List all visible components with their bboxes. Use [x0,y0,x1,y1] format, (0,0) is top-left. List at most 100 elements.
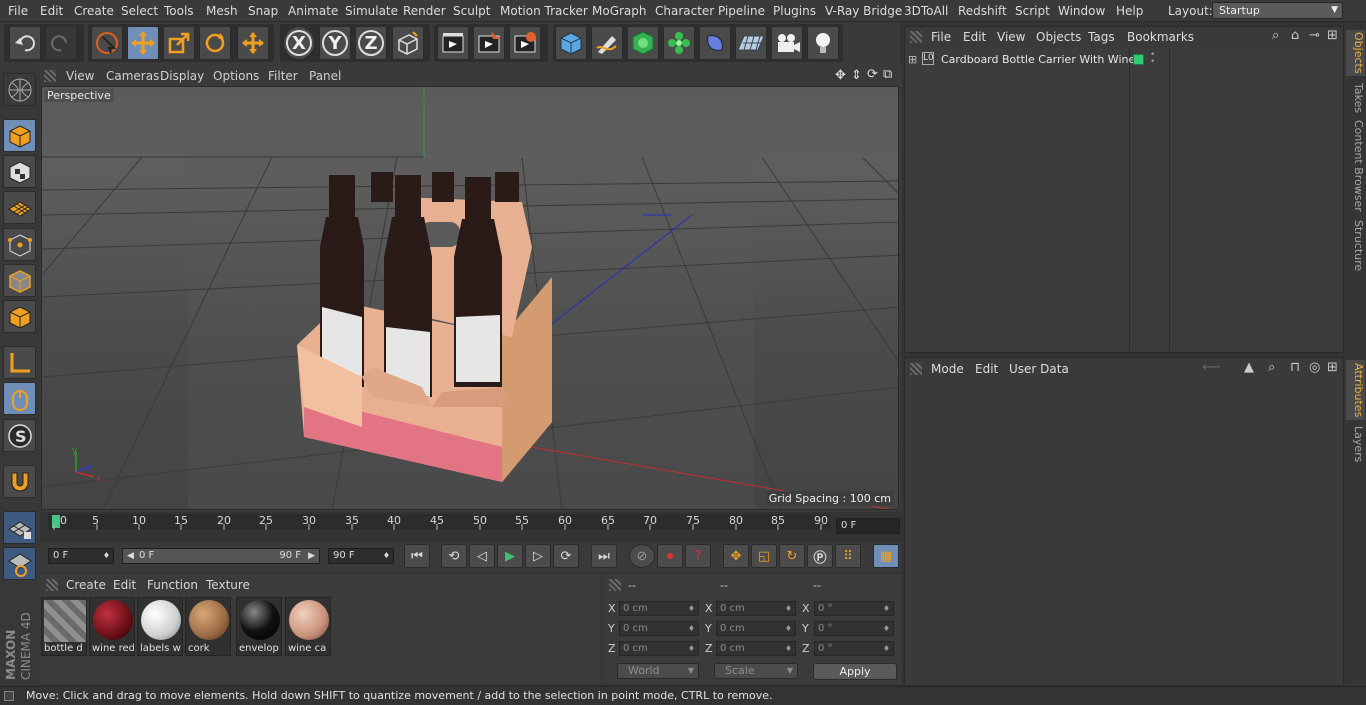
next-frame-button[interactable]: ▷ [525,544,551,568]
menu-3dtoall[interactable]: 3DToAll [904,4,948,18]
floor-button[interactable] [735,26,767,60]
render-settings-button[interactable] [509,26,541,60]
material-menu-edit[interactable]: Edit [113,578,136,592]
timeline-window-button[interactable]: ▦ [873,544,899,568]
workplane-mode-button[interactable] [3,191,36,224]
home-icon[interactable]: ⌂ [1291,28,1299,43]
frame-range-slider[interactable]: ◀ 0 F 90 F ▶ [122,548,320,564]
object-menu-bookmarks[interactable]: Bookmarks [1127,30,1194,44]
axis-mode-button[interactable] [3,346,36,379]
tab-takes[interactable]: Takes [1346,80,1365,116]
render-picture-viewer-button[interactable] [473,26,505,60]
material-menu-texture[interactable]: Texture [206,578,250,592]
planar-workplane-button[interactable] [3,547,36,580]
menu-tools[interactable]: Tools [164,4,194,18]
position-z-field[interactable]: 0 cm ♦ [619,641,699,656]
start-frame-field[interactable]: 0 F ♦ [48,548,114,564]
current-frame-field[interactable]: 0 F [836,518,900,534]
end-frame-field[interactable]: 90 F ♦ [328,548,394,564]
menu-create[interactable]: Create [74,4,114,18]
viewport-menu-cameras[interactable]: Cameras [106,69,159,83]
rotation-b-field[interactable]: 0 ° ♦ [814,641,894,656]
material-menu-function[interactable]: Function [147,578,198,592]
world-coordinates-button[interactable] [392,26,424,60]
attribute-menu-user-data[interactable]: User Data [1009,362,1069,376]
cursor-icon[interactable]: ▲ [1244,360,1254,375]
subdivision-button[interactable] [627,26,659,60]
material-swatch[interactable]: labels w [137,597,183,656]
link-icon[interactable]: ⊸ [1309,28,1320,43]
menu-pipeline[interactable]: Pipeline [718,4,765,18]
texture-mode-button[interactable] [3,155,36,188]
object-menu-edit[interactable]: Edit [963,30,986,44]
expand-icon[interactable]: ⊞ [908,53,917,66]
object-menu-objects[interactable]: Objects [1036,30,1081,44]
move-button[interactable] [127,26,159,60]
menu-mograph[interactable]: MoGraph [592,4,647,18]
key-scale-button[interactable]: ◱ [751,544,777,568]
record-active-objects-button[interactable]: ⏺ [657,544,683,568]
menu-select[interactable]: Select [121,4,158,18]
points-mode-button[interactable] [3,228,36,261]
polygons-mode-button[interactable] [3,300,36,333]
size-mode-dropdown[interactable]: Scale ▼ [714,663,798,679]
previous-frame-button[interactable]: ◁ [469,544,495,568]
light-button[interactable] [807,26,839,60]
menu-file[interactable]: File [8,4,28,18]
material-swatch[interactable]: bottle d [41,597,87,656]
material-swatch[interactable]: cork [185,597,231,656]
deformer-button[interactable] [699,26,731,60]
previous-key-button[interactable]: ⟲ [441,544,467,568]
viewport-menu-display[interactable]: Display [160,69,204,83]
go-to-start-button[interactable]: ⏮ [404,544,430,568]
viewport-rotate-icon[interactable]: ⟳ [867,67,878,82]
object-menu-view[interactable]: View [997,30,1025,44]
rotate-button[interactable] [199,26,231,60]
coordinate-system-dropdown[interactable]: World ▼ [617,663,699,679]
object-menu-tags[interactable]: Tags [1088,30,1115,44]
z-axis-button[interactable]: Z [355,26,387,60]
lock-icon[interactable]: ⊓ [1290,360,1300,375]
target-icon[interactable]: ◎ [1309,360,1320,375]
material-swatch[interactable]: envelop [236,597,282,656]
workplane-lock-button[interactable] [3,511,36,544]
model-mode-button[interactable] [3,119,36,152]
menu-redshift[interactable]: Redshift [958,4,1007,18]
cloner-button[interactable] [663,26,695,60]
render-view-button[interactable] [437,26,469,60]
menu-sculpt[interactable]: Sculpt [453,4,490,18]
menu-simulate[interactable]: Simulate [345,4,398,18]
rotation-h-field[interactable]: 0 ° ♦ [814,601,894,616]
make-editable-button[interactable] [3,73,36,106]
apply-button[interactable]: Apply [813,663,897,680]
back-arrow-icon[interactable]: ⟵ [1202,360,1221,375]
viewport-menu-options[interactable]: Options [213,69,259,83]
tab-content-browser[interactable]: Content Browser [1346,120,1365,212]
layout-select[interactable]: Startup ▼ [1212,2,1343,19]
menu-script[interactable]: Script [1015,4,1050,18]
next-key-button[interactable]: ⟳ [553,544,579,568]
tab-structure[interactable]: Structure [1346,218,1365,274]
menu-motion-tracker[interactable]: Motion Tracker [500,4,588,18]
viewport-menu-filter[interactable]: Filter [268,69,298,83]
viewport-maximize-icon[interactable]: ⧉ [883,67,892,82]
viewport-menu-panel[interactable]: Panel [309,69,341,83]
material-swatch[interactable]: wine ca [285,597,331,656]
tab-attributes[interactable]: Attributes [1346,360,1365,420]
timeline-ruler[interactable]: 0 5 10 15 20 25 30 35 40 45 50 55 60 65 … [48,514,830,530]
autokey-button[interactable]: ? [685,544,711,568]
go-to-end-button[interactable]: ⏭ [591,544,617,568]
recent-tools-button[interactable] [237,26,269,60]
viewport-camera-label[interactable]: Perspective [44,89,114,102]
search-icon[interactable]: ⌕ [1272,28,1279,43]
layer-color-tag[interactable] [1133,54,1144,65]
edges-mode-button[interactable] [3,264,36,297]
material-swatch[interactable]: wine red [89,597,135,656]
viewport-zoom-icon[interactable]: ⇕ [851,68,862,83]
undo-button[interactable] [9,26,41,60]
menu-plugins[interactable]: Plugins [773,4,816,18]
key-position-button[interactable]: ✥ [723,544,749,568]
new-window-icon[interactable]: ⊞ [1327,360,1338,375]
camera-button[interactable] [771,26,803,60]
tab-objects[interactable]: Objects [1346,30,1365,76]
